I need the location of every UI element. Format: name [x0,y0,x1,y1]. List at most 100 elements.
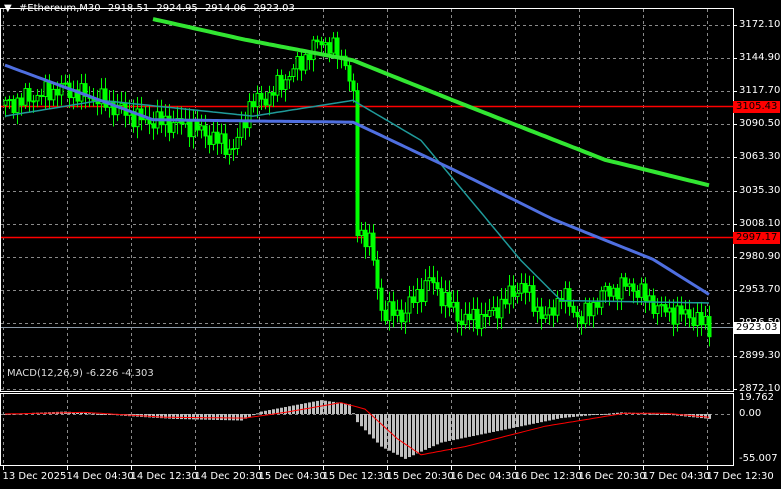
macd-histogram-bar [500,414,503,431]
macd-histogram-bar [292,405,295,414]
candle-body [295,55,300,70]
candle-body [503,298,508,305]
price-chart[interactable] [0,0,781,489]
macd-histogram-bar [552,414,555,420]
macd-histogram-bar [152,414,155,418]
candle-body [199,125,204,131]
macd-histogram-bar [344,403,347,414]
candle-body [399,309,404,323]
macd-histogram-bar [268,410,271,414]
macd-histogram-bar [340,403,343,414]
candle-body [223,133,228,155]
macd-histogram-bar [528,414,531,425]
time-axis-label: 14 Dec 20:30 [194,471,262,482]
price-axis-label: 3035.30 [739,184,781,196]
macd-histogram-bar [84,412,87,414]
candle-body [19,97,24,106]
candle-body [459,320,464,326]
candle-body [47,81,52,101]
macd-histogram-bar [448,414,451,441]
price-axis-label: 2899.30 [739,349,781,361]
candle-body [251,101,256,108]
candle-body [439,288,444,307]
candle-body [35,94,40,102]
candle-body [367,232,372,248]
triangle-down-icon[interactable]: ▼ [4,3,12,14]
macd-histogram-bar [508,414,511,429]
candle-body [463,313,468,326]
candle-body [507,285,512,305]
candle-body [103,88,108,108]
candle-body [215,131,220,144]
macd-histogram-bar [212,414,215,420]
candle-body [287,76,292,81]
candle-body [639,283,644,298]
candle-body [311,39,316,61]
current-price-tag: 2923.03 [733,321,781,334]
macd-histogram-bar [240,414,243,421]
candle-body [187,119,192,138]
price-axis-label: 3144.90 [739,51,781,63]
candle-body [11,99,16,114]
candle-body [675,305,680,325]
macd-histogram-bar [604,413,607,415]
candle-body [539,306,544,319]
candle-body [335,37,340,58]
macd-histogram-bar [356,414,359,423]
candle-body [451,301,456,308]
candle-body [607,285,612,297]
price-axis-label: 3117.70 [739,84,781,96]
candle-body [491,307,496,312]
candle-body [31,100,36,103]
macd-histogram-bar [456,414,459,440]
candle-body [283,79,288,90]
candle-body [587,302,592,317]
macd-histogram-bar [216,414,219,420]
macd-histogram-bar [520,414,523,427]
candle-body [651,295,656,314]
candle-body [407,296,412,314]
candle-body [475,308,480,329]
macd-histogram-bar [200,414,203,420]
candle-body [3,99,8,106]
macd-histogram-bar [504,414,507,430]
macd-histogram-bar [540,414,543,423]
macd-histogram-bar [172,414,175,419]
macd-histogram-bar [580,414,583,417]
candle-body [51,88,56,101]
macd-histogram-bar [204,414,207,420]
macd-histogram-bar [220,414,223,421]
time-axis-label: 16 Dec 20:30 [578,471,646,482]
candle-body [547,307,552,316]
time-axis-label: 15 Dec 04:30 [258,471,326,482]
candle-body [259,92,264,100]
macd-histogram-bar [404,414,407,459]
macd-histogram-bar [360,414,363,427]
candle-body [591,301,596,317]
candle-body [263,98,268,106]
macd-histogram-bar [188,414,191,420]
candle-body [27,88,32,102]
macd-histogram-bar [600,414,603,415]
macd-histogram-bar [88,413,91,415]
candle-body [271,92,276,96]
candle-body [515,292,520,297]
time-axis-label: 14 Dec 12:30 [130,471,198,482]
candle-body [247,101,252,129]
time-axis-label: 17 Dec 12:30 [706,471,774,482]
candle-body [575,311,580,318]
candle-body [555,298,560,316]
candle-body [411,296,416,304]
candle-body [255,92,260,108]
candle-body [667,307,672,313]
macd-histogram-bar [544,414,547,422]
candle-body [683,309,688,315]
macd-histogram-bar [492,414,495,432]
time-axis-label: 15 Dec 20:30 [386,471,454,482]
macd-histogram-bar [392,414,395,453]
macd-histogram-bar [608,413,611,415]
candle-body [535,306,540,312]
candle-body [379,287,384,311]
macd-histogram-bar [96,413,99,415]
candle-body [643,283,648,302]
